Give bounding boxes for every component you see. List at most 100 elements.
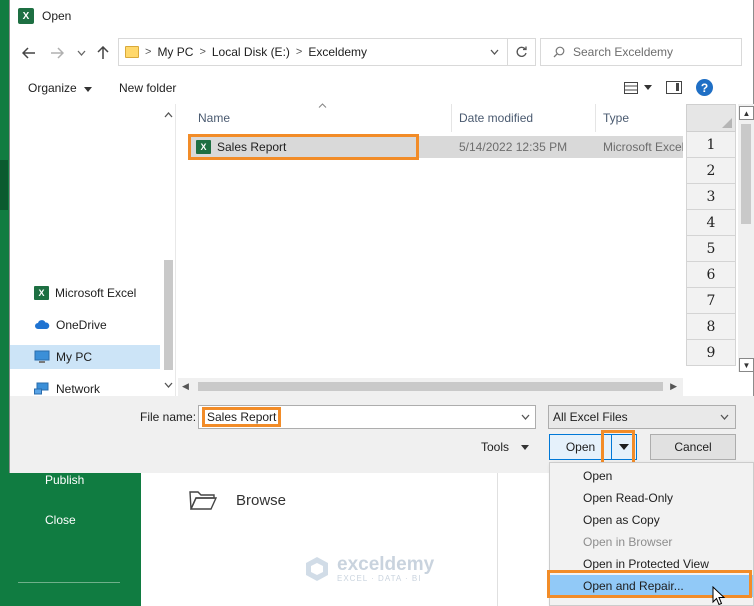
command-bar: Organize New folder ? — [10, 74, 754, 104]
sort-ascending-icon — [318, 100, 327, 110]
breadcrumb-my-pc[interactable]: My PC — [157, 45, 193, 59]
forward-button[interactable] — [48, 44, 66, 62]
excel-file-icon: X — [196, 140, 211, 154]
sidebar-item-label: Microsoft Excel — [55, 286, 137, 300]
refresh-icon — [516, 46, 527, 57]
chevron-down-icon — [77, 50, 85, 56]
watermark-name: exceldemy — [337, 553, 435, 575]
preview-pane-icon[interactable] — [666, 81, 682, 94]
watermark: exceldemy EXCEL · DATA · BI — [303, 555, 434, 583]
breadcrumb-separator: > — [199, 46, 206, 58]
scrollbar-thumb[interactable] — [198, 382, 663, 391]
column-header-date[interactable]: Date modified — [459, 104, 533, 132]
search-placeholder: Search Exceldemy — [573, 45, 674, 59]
chevron-down-icon — [720, 414, 729, 420]
refresh-button[interactable] — [507, 39, 535, 65]
title-bar[interactable]: X Open — [10, 0, 753, 32]
file-name-value: Sales Report — [201, 407, 282, 427]
row-header: 6 — [686, 262, 736, 288]
excel-icon: X — [34, 286, 49, 300]
arrow-right-icon — [51, 47, 64, 59]
change-view-button[interactable] — [624, 81, 652, 94]
file-name-field[interactable]: Sales Report — [198, 405, 536, 429]
browse-option[interactable]: Browse — [188, 488, 286, 512]
address-row: > My PC > Local Disk (E:) > Exceldemy Se… — [10, 32, 754, 74]
menu-item-open[interactable]: Open — [550, 465, 753, 487]
scrollbar-thumb[interactable] — [741, 124, 751, 224]
sidebar-item-label: My PC — [56, 350, 92, 364]
breadcrumb-separator: > — [295, 46, 303, 58]
caret-down-icon — [84, 87, 93, 92]
mouse-cursor-icon — [712, 586, 726, 606]
file-name-dropdown[interactable] — [515, 411, 535, 423]
search-icon — [553, 46, 565, 58]
horizontal-scrollbar[interactable]: ◀ ▶ — [178, 378, 683, 396]
row-header: 3 — [686, 184, 736, 210]
view-list-icon — [624, 81, 638, 94]
column-divider[interactable] — [451, 104, 452, 132]
sidebar-item-microsoft-excel[interactable]: X Microsoft Excel — [10, 281, 160, 305]
scroll-up-icon — [164, 112, 173, 118]
excel-app-icon: X — [18, 8, 34, 24]
backstage-item-publish[interactable]: Publish — [45, 473, 84, 487]
address-dropdown-button[interactable] — [481, 39, 507, 65]
navigation-scrollbar[interactable] — [162, 104, 175, 396]
help-icon[interactable]: ? — [696, 79, 713, 96]
up-button[interactable] — [94, 44, 112, 62]
recent-locations-button[interactable] — [72, 44, 90, 62]
browse-label: Browse — [236, 491, 287, 509]
search-input[interactable]: Search Exceldemy — [540, 38, 742, 66]
file-type-value: All Excel Files — [553, 410, 628, 424]
column-header-type[interactable]: Type — [603, 104, 629, 132]
select-all-corner — [686, 104, 736, 132]
arrow-up-icon — [97, 46, 109, 59]
breadcrumb: > My PC > Local Disk (E:) > Exceldemy — [119, 45, 481, 59]
computer-icon — [34, 350, 50, 363]
file-type-select[interactable]: All Excel Files — [548, 405, 736, 429]
sidebar-item-label: OneDrive — [56, 318, 107, 332]
file-date: 5/14/2022 12:35 PM — [459, 140, 568, 154]
folder-icon — [125, 46, 139, 58]
row-header: 8 — [686, 314, 736, 340]
scrollbar-thumb[interactable] — [164, 260, 173, 370]
tools-button[interactable]: Tools — [481, 440, 530, 454]
column-header-name[interactable]: Name — [198, 104, 230, 132]
breadcrumb-exceldemy[interactable]: Exceldemy — [308, 45, 367, 59]
exceldemy-logo-icon — [306, 557, 328, 581]
column-divider[interactable] — [595, 104, 596, 132]
backstage-divider — [18, 582, 120, 583]
cancel-button[interactable]: Cancel — [650, 434, 736, 460]
scroll-left-icon[interactable]: ◀ — [182, 381, 189, 392]
back-button[interactable] — [20, 44, 38, 62]
scroll-right-icon[interactable]: ▶ — [670, 381, 677, 392]
dialog-title: Open — [42, 9, 72, 23]
arrow-left-icon — [22, 47, 35, 59]
scroll-down-icon[interactable]: ▼ — [739, 358, 754, 372]
file-name: Sales Report — [217, 140, 287, 154]
row-header: 5 — [686, 236, 736, 262]
organize-button[interactable]: Organize — [28, 81, 93, 95]
breadcrumb-local-disk[interactable]: Local Disk (E:) — [212, 45, 290, 59]
sidebar-item-my-pc[interactable]: My PC — [10, 345, 160, 369]
menu-item-open-as-copy[interactable]: Open as Copy — [550, 509, 753, 531]
tools-label: Tools — [481, 440, 510, 454]
backstage-item-close[interactable]: Close — [45, 513, 76, 527]
sheet-fragment: 1 2 3 4 5 6 7 8 9 ▲ ▼ — [686, 104, 754, 372]
address-bar[interactable]: > My PC > Local Disk (E:) > Exceldemy — [118, 38, 536, 66]
breadcrumb-separator: > — [145, 46, 152, 58]
row-header: 2 — [686, 158, 736, 184]
new-folder-button[interactable]: New folder — [119, 81, 176, 95]
menu-item-open-in-browser: Open in Browser — [583, 535, 673, 549]
sidebar-item-onedrive[interactable]: OneDrive — [10, 313, 160, 337]
menu-item-open-read-only[interactable]: Open Read-Only — [550, 487, 753, 509]
row-header: 1 — [686, 132, 736, 158]
row-header: 7 — [686, 288, 736, 314]
scroll-up-icon[interactable]: ▲ — [739, 106, 754, 120]
sidebar-item-label: Network — [56, 382, 101, 396]
scroll-down-icon — [164, 382, 173, 388]
sheet-scrollbar[interactable]: ▲ ▼ — [738, 104, 754, 372]
navigation-pane: X Microsoft Excel OneDrive My PC Network — [10, 104, 176, 396]
row-header: 4 — [686, 210, 736, 236]
file-name-cell[interactable]: X Sales Report — [188, 134, 419, 160]
chevron-down-icon — [490, 49, 499, 55]
